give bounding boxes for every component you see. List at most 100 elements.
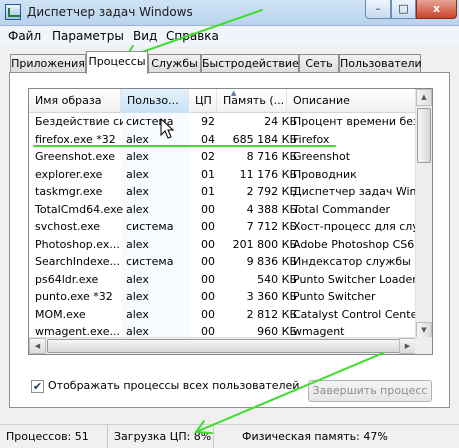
- col-description[interactable]: Описание: [287, 89, 416, 113]
- cell-image-name: SearchIndexe...: [35, 255, 120, 268]
- process-list[interactable]: Имя образа Пользо... ЦП Память (... Опис…: [28, 88, 433, 355]
- process-row[interactable]: TotalCmd64.exe alex 00 4 388 КБ Total Comman…: [29, 201, 416, 219]
- cell-memory: 7 712 КБ: [246, 220, 297, 233]
- cell-description: Adobe Photoshop CS6: [293, 237, 415, 251]
- col-image-name[interactable]: Имя образа: [29, 89, 121, 113]
- cell-user: система: [126, 115, 174, 128]
- menu-view[interactable]: Вид: [133, 29, 157, 43]
- menu-options[interactable]: Параметры: [52, 29, 124, 43]
- cell-memory: 3 360 КБ: [246, 290, 297, 303]
- cell-cpu: 01: [201, 185, 215, 198]
- vertical-scroll-thumb[interactable]: [417, 108, 431, 163]
- cell-memory: 540 КБ: [257, 272, 297, 286]
- cell-cpu: 00: [201, 272, 215, 286]
- cell-cpu: 00: [201, 220, 215, 233]
- cell-image-name: Бездействие сист...: [35, 115, 123, 128]
- cell-cpu: 00: [201, 202, 215, 216]
- horizontal-scroll-thumb[interactable]: [47, 339, 417, 353]
- cell-memory: 201 800 КБ: [232, 237, 297, 251]
- tab-services[interactable]: Службы: [148, 54, 201, 73]
- list-header: Имя образа Пользо... ЦП Память (... Опис…: [29, 89, 416, 113]
- cell-description: Punto Switcher Loader...: [293, 272, 415, 286]
- window-title: Диспетчер задач Windows: [27, 5, 193, 19]
- cell-image-name: explorer.exe: [35, 167, 103, 181]
- cell-user: alex: [126, 185, 149, 198]
- process-row[interactable]: ps64ldr.exe alex 00 540 КБ Punto Switcher Lo…: [29, 271, 416, 289]
- process-row[interactable]: svchost.exe система 00 7 712 КБ Хост-процесс…: [29, 218, 416, 236]
- show-all-users-label[interactable]: Отображать процессы всех пользователей: [48, 379, 299, 392]
- tab-processes[interactable]: Процессы: [86, 51, 148, 74]
- status-memory: Физическая память: 47%: [242, 430, 388, 443]
- end-process-button[interactable]: Завершить процесс: [308, 380, 432, 402]
- process-row[interactable]: firefox.exe *32 alex 04 685 184 КБ Firefox: [29, 131, 416, 149]
- menu-file[interactable]: Файл: [8, 29, 41, 43]
- status-bar: Процессов: 51 Загрузка ЦП: 8% Физическая…: [0, 424, 459, 448]
- cell-memory: 2 812 КБ: [246, 307, 297, 321]
- cell-image-name: firefox.exe *32: [35, 132, 116, 146]
- scroll-up-icon[interactable]: ▲: [416, 89, 432, 106]
- cell-cpu: 00: [201, 237, 215, 251]
- cell-description: Punto Switcher: [293, 290, 376, 303]
- cell-user: alex: [126, 290, 149, 303]
- cell-user: alex: [126, 237, 149, 251]
- cell-memory: 8 716 КБ: [246, 150, 297, 163]
- vertical-scrollbar[interactable]: ▲ ▼: [415, 89, 432, 339]
- minimize-button[interactable]: –: [365, 0, 391, 19]
- cell-cpu: 04: [201, 132, 215, 146]
- status-cpu: Загрузка ЦП: 8%: [108, 425, 214, 448]
- sort-arrow-icon: ▲: [231, 89, 237, 97]
- cell-user: система: [126, 255, 174, 268]
- cell-image-name: Greenshot.exe: [35, 150, 116, 163]
- mouse-cursor-icon: [160, 118, 175, 139]
- cell-description: Catalyst Control Cente...: [293, 307, 415, 321]
- tab-network[interactable]: Сеть: [299, 54, 339, 73]
- cell-description: Total Commander: [293, 202, 391, 216]
- process-row[interactable]: punto.exe *32 alex 00 3 360 КБ Punto Switche…: [29, 288, 416, 306]
- process-row[interactable]: SearchIndexe... система 00 9 836 КБ Индексат…: [29, 253, 416, 271]
- cell-image-name: punto.exe *32: [35, 290, 113, 303]
- scroll-right-icon[interactable]: ▶: [399, 338, 416, 354]
- process-row[interactable]: taskmgr.exe alex 01 2 792 КБ Диспетчер задач…: [29, 183, 416, 201]
- tab-users[interactable]: Пользователи: [339, 54, 422, 73]
- col-user[interactable]: Пользо...: [121, 89, 189, 113]
- cell-cpu: 00: [201, 290, 215, 303]
- cell-description: Хост-процесс для слу...: [293, 220, 415, 233]
- cell-cpu: 00: [201, 307, 215, 321]
- process-row[interactable]: MOM.exe alex 00 2 812 КБ Catalyst Control Ce…: [29, 306, 416, 324]
- cell-description: Проводник: [293, 167, 357, 181]
- cell-user: alex: [126, 272, 149, 286]
- horizontal-scrollbar[interactable]: ◀ ▶: [29, 337, 417, 354]
- cell-memory: 685 184 КБ: [232, 132, 297, 146]
- cell-memory: 11 176 КБ: [239, 167, 297, 181]
- cell-memory: 4 388 КБ: [246, 202, 297, 216]
- cell-user: система: [126, 220, 174, 233]
- menu-bar: Файл Параметры Вид Справка: [0, 26, 459, 46]
- cell-image-name: Photoshop.ex...: [35, 237, 120, 251]
- cell-cpu: 92: [201, 115, 215, 128]
- cell-description: Firefox: [293, 132, 330, 146]
- menu-help[interactable]: Справка: [166, 29, 219, 43]
- maximize-button[interactable]: □: [391, 0, 416, 19]
- cell-image-name: TotalCmd64.exe: [35, 202, 123, 216]
- tab-performance[interactable]: Быстродействие: [201, 54, 299, 73]
- show-all-users-checkbox[interactable]: ✔: [31, 380, 44, 393]
- cell-description: Процент времени без...: [293, 115, 415, 128]
- cell-user: alex: [126, 202, 149, 216]
- tab-applications[interactable]: Приложения: [10, 54, 86, 73]
- col-memory[interactable]: Память (...: [217, 89, 287, 113]
- process-row[interactable]: Greenshot.exe alex 02 8 716 КБ Greenshot: [29, 148, 416, 166]
- status-processes: Процессов: 51: [0, 425, 108, 448]
- close-button[interactable]: x: [416, 0, 457, 19]
- scroll-left-icon[interactable]: ◀: [29, 338, 46, 354]
- cell-user: alex: [126, 150, 149, 163]
- process-row[interactable]: Photoshop.ex... alex 00 201 800 КБ Adobe Pho…: [29, 236, 416, 254]
- process-row[interactable]: Бездействие сист...система 92 24 КБПроцент…: [29, 113, 416, 131]
- cell-description: Greenshot: [293, 150, 351, 163]
- col-cpu[interactable]: ЦП: [189, 89, 217, 113]
- cell-image-name: svchost.exe: [35, 220, 101, 233]
- scroll-corner: [415, 337, 432, 354]
- process-row[interactable]: explorer.exe alex 01 11 176 КБ Проводник: [29, 166, 416, 184]
- cell-memory: 2 792 КБ: [246, 185, 297, 198]
- process-rows: Бездействие сист...система9224 КБПроцент…: [29, 113, 416, 354]
- cell-cpu: 01: [201, 167, 215, 181]
